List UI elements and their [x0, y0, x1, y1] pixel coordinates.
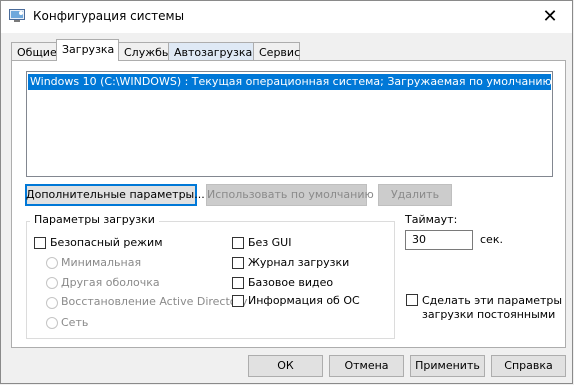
- msconfig-app-icon: [9, 9, 25, 23]
- alternate-shell-label: Другая оболочка: [61, 276, 160, 289]
- os-list[interactable]: Windows 10 (C:\WINDOWS) : Текущая операц…: [26, 71, 553, 177]
- help-button[interactable]: Справка: [491, 355, 566, 377]
- ad-repair-label: Восстановление Active Directory: [61, 295, 248, 308]
- timeout-unit: сек.: [480, 233, 503, 246]
- boot-options-label: Параметры загрузки: [30, 213, 159, 226]
- ok-button[interactable]: ОК: [248, 355, 323, 377]
- boot-log-label: Журнал загрузки: [248, 256, 350, 269]
- make-permanent-line1: Сделать эти параметры: [422, 294, 563, 307]
- close-icon[interactable]: ✕: [528, 1, 572, 33]
- no-gui-checkbox[interactable]: [232, 237, 244, 249]
- system-configuration-window: Конфигурация системы ✕ Общие Загрузка Сл…: [0, 0, 573, 384]
- timeout-label: Таймаут:: [405, 213, 458, 226]
- tab-services[interactable]: Службы: [118, 42, 171, 61]
- tab-boot[interactable]: Загрузка: [56, 39, 119, 61]
- make-permanent-line2: загрузки постоянными: [422, 308, 556, 321]
- delete-button[interactable]: Удалить: [378, 184, 452, 206]
- boot-tab-panel: Windows 10 (C:\WINDOWS) : Текущая операц…: [11, 60, 566, 348]
- safe-boot-label: Безопасный режим: [50, 236, 163, 249]
- network-radio[interactable]: [46, 317, 58, 329]
- no-gui-label: Без GUI: [248, 236, 292, 249]
- title-bar: Конфигурация системы ✕: [1, 1, 572, 33]
- ad-repair-radio[interactable]: [46, 297, 58, 309]
- safe-boot-checkbox[interactable]: [34, 237, 46, 249]
- advanced-options-button[interactable]: Дополнительные параметры...: [25, 184, 205, 206]
- tab-startup[interactable]: Автозагрузка: [168, 42, 254, 61]
- make-permanent-label: Сделать эти параметры загрузки постоянны…: [422, 294, 562, 322]
- os-boot-info-label: Информация об ОС: [248, 294, 360, 307]
- set-as-default-button[interactable]: Использовать по умолчанию: [206, 184, 374, 206]
- network-label: Сеть: [61, 316, 89, 329]
- window-title: Конфигурация системы: [33, 9, 185, 23]
- tab-tools[interactable]: Сервис: [253, 42, 300, 61]
- os-list-item[interactable]: Windows 10 (C:\WINDOWS) : Текущая операц…: [28, 74, 551, 90]
- boot-log-checkbox[interactable]: [232, 257, 244, 269]
- minimal-radio[interactable]: [46, 257, 58, 269]
- apply-button[interactable]: Применить: [410, 355, 485, 377]
- base-video-checkbox[interactable]: [232, 277, 244, 289]
- base-video-label: Базовое видео: [248, 276, 334, 289]
- timeout-input[interactable]: 30: [405, 230, 473, 250]
- alternate-shell-radio[interactable]: [46, 277, 58, 289]
- cancel-button[interactable]: Отмена: [329, 355, 404, 377]
- minimal-label: Минимальная: [61, 256, 142, 269]
- tab-general[interactable]: Общие: [11, 42, 57, 61]
- os-boot-info-checkbox[interactable]: [232, 295, 244, 307]
- make-permanent-checkbox[interactable]: [406, 294, 418, 306]
